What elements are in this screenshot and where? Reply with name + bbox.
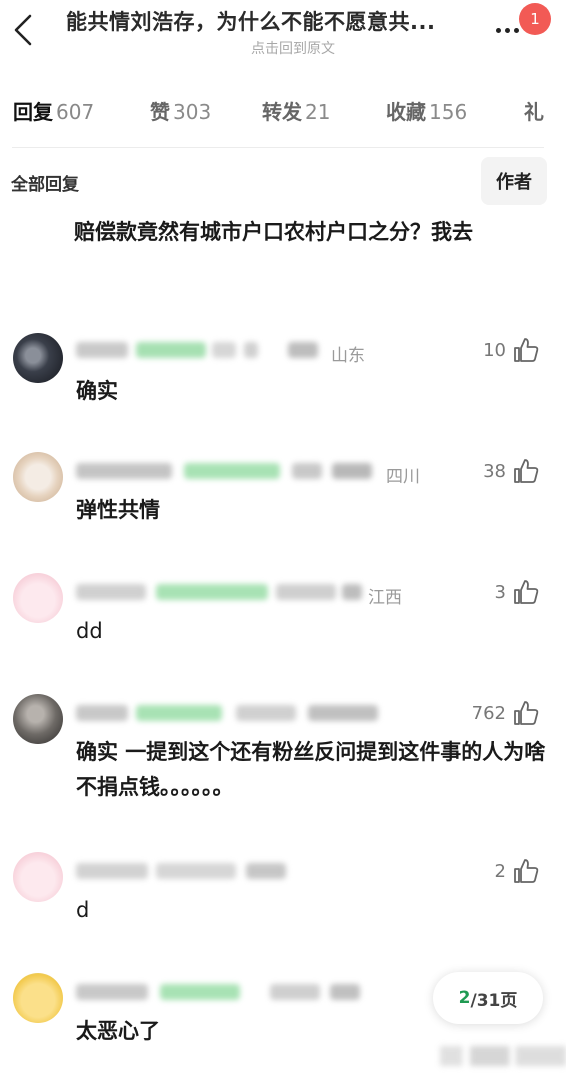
reply-text: 确实 一提到这个还有粉丝反问提到这件事的人为啥不捐点钱。。。。。。 <box>76 740 546 799</box>
thumbs-up-icon <box>514 580 539 604</box>
more-dot-icon <box>505 27 510 33</box>
location-label: 江西 <box>368 588 402 608</box>
username-blurred <box>76 581 376 603</box>
avatar[interactable] <box>13 573 63 623</box>
avatar[interactable] <box>13 852 63 902</box>
more-dot-icon <box>514 27 519 33</box>
notification-badge[interactable]: 1 <box>519 3 551 35</box>
like-button[interactable]: 38 <box>483 457 540 485</box>
like-button[interactable]: 3 <box>495 578 540 606</box>
current-page: 2 <box>458 988 471 1008</box>
watermark <box>440 1046 566 1066</box>
like-button[interactable]: 762 <box>472 699 540 727</box>
tab-label: 收藏 <box>386 100 426 124</box>
tab-reposts[interactable]: 转发 21 <box>262 96 330 136</box>
tab-bar: 回复 607 赞 303 转发 21 收藏 156 礼 <box>0 96 566 136</box>
avatar[interactable] <box>13 333 63 383</box>
username-blurred <box>76 860 316 882</box>
tab-count: 21 <box>305 100 331 124</box>
like-count: 38 <box>483 460 506 482</box>
page-title[interactable]: 能共情刘浩存，为什么不能不愿意共... <box>66 6 486 36</box>
like-count: 2 <box>494 860 506 882</box>
tab-label: 回复 <box>13 100 53 124</box>
original-reply-text: 赔偿款竟然有城市户口农村户口之分？我去 <box>74 220 473 244</box>
avatar[interactable] <box>13 694 63 744</box>
back-to-post-link[interactable]: 点击回到原文 <box>0 38 566 58</box>
thumbs-up-icon <box>514 338 539 362</box>
tab-label: 转发 <box>262 100 302 124</box>
top-bar: 能共情刘浩存，为什么不能不愿意共... 点击回到原文 1 <box>0 0 566 70</box>
location-label: 山东 <box>331 346 365 366</box>
like-count: 10 <box>483 339 506 361</box>
thumbs-up-icon <box>514 459 539 483</box>
tab-label: 赞 <box>150 100 170 124</box>
thumbs-up-icon <box>514 859 539 883</box>
author-filter-button[interactable]: 作者 <box>481 157 547 205</box>
avatar[interactable] <box>13 973 63 1023</box>
like-button[interactable]: 2 <box>495 857 540 885</box>
reply-text: d <box>76 898 90 922</box>
reply-text: dd <box>76 619 103 643</box>
thumbs-up-icon <box>514 701 539 725</box>
more-dot-icon <box>496 27 501 33</box>
username-blurred <box>76 702 396 724</box>
tab-gifts[interactable]: 礼 <box>524 96 544 136</box>
tab-count: 156 <box>429 100 468 124</box>
tab-replies[interactable]: 回复 607 <box>13 96 94 136</box>
like-count: 3 <box>494 581 506 603</box>
tab-divider <box>12 147 544 148</box>
avatar[interactable] <box>13 452 63 502</box>
total-pages: /31页 <box>470 990 518 1011</box>
tab-likes[interactable]: 赞 303 <box>150 96 211 136</box>
username-blurred <box>76 460 386 482</box>
username-blurred <box>76 981 396 1003</box>
page-indicator[interactable]: 2/31页 <box>433 972 543 1024</box>
location-label: 四川 <box>386 467 420 487</box>
like-count: 762 <box>471 702 506 724</box>
reply-text: 确实 <box>76 379 118 403</box>
tab-favorites[interactable]: 收藏 156 <box>386 96 467 136</box>
tab-count: 607 <box>56 100 95 124</box>
all-replies-label: 全部回复 <box>11 175 79 195</box>
tab-count: 303 <box>173 100 212 124</box>
tab-label: 礼 <box>524 100 544 124</box>
reply-text: 弹性共情 <box>76 498 160 522</box>
like-button[interactable]: 10 <box>483 336 540 364</box>
